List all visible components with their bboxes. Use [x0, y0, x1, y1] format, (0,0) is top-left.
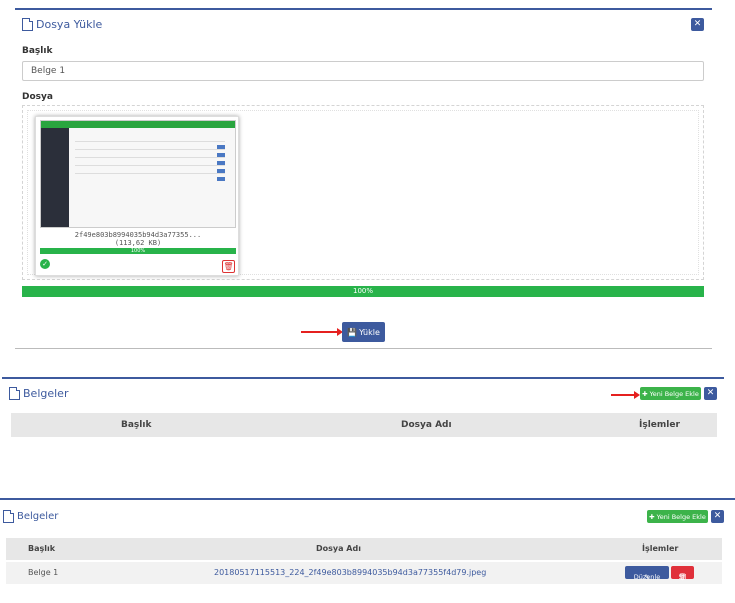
column-header-dosya-adi: Dosya Adı — [316, 544, 361, 553]
preview-filesize: (113,62 KB) — [114, 239, 162, 247]
documents-table-header: Başlık Dosya Adı İşlemler — [11, 413, 717, 437]
row-baslik: Belge 1 — [28, 568, 59, 577]
file-icon — [9, 387, 20, 400]
documents-panel-empty: Belgeler ✚ Yeni Belge Ekle ✕ Başlık Dosy… — [2, 377, 724, 442]
annotation-arrow — [611, 391, 640, 399]
save-icon: 💾 — [347, 327, 358, 337]
upload-panel-footer-divider — [15, 348, 712, 349]
column-header-islemler: İşlemler — [642, 544, 679, 553]
baslik-input[interactable]: Belge 1 — [22, 61, 704, 81]
total-progress-text: 100% — [352, 287, 373, 295]
add-document-button[interactable]: ✚ Yeni Belge Ekle — [640, 387, 701, 400]
add-document-button-label: Yeni Belge Ekle — [656, 512, 706, 521]
thumbnail-button — [217, 153, 225, 157]
thumbnail-row — [75, 165, 225, 166]
file-preview-card: 2f49e803b8994035b94d3a77355... (113,62 K… — [35, 116, 239, 276]
upload-panel-title: Dosya Yükle — [36, 18, 103, 31]
close-icon: ✕ — [693, 19, 702, 29]
edit-button[interactable]: ✎ Düzenle — [625, 566, 669, 581]
table-row: Belge 1 20180517115513_224_2f49e803b8994… — [6, 562, 722, 584]
upload-button-label: Yükle — [359, 327, 380, 337]
column-header-dosya-adi: Dosya Adı — [401, 420, 452, 430]
delete-button[interactable]: 🗑 Sil — [671, 566, 694, 581]
column-header-baslik: Başlık — [28, 544, 56, 553]
thumbnail-sidebar — [41, 128, 69, 227]
add-document-button-label: Yeni Belge Ekle — [649, 389, 699, 398]
baslik-label: Başlık — [22, 46, 53, 56]
close-documents-panel-button[interactable]: ✕ — [704, 387, 717, 400]
close-icon: ✕ — [706, 388, 715, 398]
thumbnail-row — [75, 157, 225, 158]
thumbnail-button — [217, 145, 225, 149]
remove-file-button[interactable]: 🗑 — [222, 260, 235, 273]
documents-panel-title: Belgeler — [23, 387, 69, 400]
add-document-button[interactable]: ✚ Yeni Belge Ekle — [647, 510, 708, 523]
column-header-islemler: İşlemler — [639, 420, 680, 430]
documents-table-header: Başlık Dosya Adı İşlemler — [6, 538, 722, 560]
row-dosya-adi-link[interactable]: 20180517115513_224_2f49e803b8994035b94d3… — [214, 562, 486, 584]
preview-filename: 2f49e803b8994035b94d3a77355... — [74, 231, 202, 239]
thumbnail-row — [75, 173, 225, 174]
edit-button-label: Düzenle — [633, 573, 661, 581]
file-icon — [22, 18, 33, 31]
thumbnail-row — [75, 141, 225, 142]
plus-icon: ✚ — [642, 389, 648, 398]
upload-success-icon: ✓ — [40, 259, 50, 269]
thumbnail-topbar — [41, 121, 235, 128]
thumbnail-button — [217, 169, 225, 173]
thumbnail-button — [217, 177, 225, 181]
documents-panel-filled: Belgeler ✚ Yeni Belge Ekle ✕ Başlık Dosy… — [0, 498, 735, 598]
annotation-arrow — [301, 328, 343, 336]
close-upload-panel-button[interactable]: ✕ — [691, 18, 704, 31]
file-dropzone[interactable]: 2f49e803b8994035b94d3a77355... (113,62 K… — [22, 105, 704, 280]
column-header-baslik: Başlık — [121, 420, 152, 430]
preview-progress-bar: 100% — [40, 248, 236, 254]
upload-panel-header: Dosya Yükle — [22, 18, 102, 31]
dosya-label: Dosya — [22, 92, 53, 102]
trash-icon: 🗑 — [223, 262, 234, 271]
documents-panel-header: Belgeler — [9, 387, 68, 400]
upload-panel: Dosya Yükle ✕ Başlık Belge 1 Dosya 2f49e… — [15, 8, 712, 349]
file-icon — [3, 510, 14, 523]
plus-icon: ✚ — [649, 512, 655, 521]
preview-progress-text: 100% — [130, 248, 146, 254]
close-documents-panel-button[interactable]: ✕ — [711, 510, 724, 523]
documents-panel-title: Belgeler — [17, 511, 59, 522]
documents-panel-header: Belgeler — [3, 510, 58, 523]
file-thumbnail-image — [40, 120, 236, 228]
close-icon: ✕ — [713, 511, 722, 521]
delete-button-label: Sil — [678, 573, 687, 581]
thumbnail-button — [217, 161, 225, 165]
thumbnail-row — [75, 149, 225, 150]
total-progress-bar: 100% — [22, 286, 704, 297]
upload-button[interactable]: 💾 Yükle — [342, 322, 385, 342]
